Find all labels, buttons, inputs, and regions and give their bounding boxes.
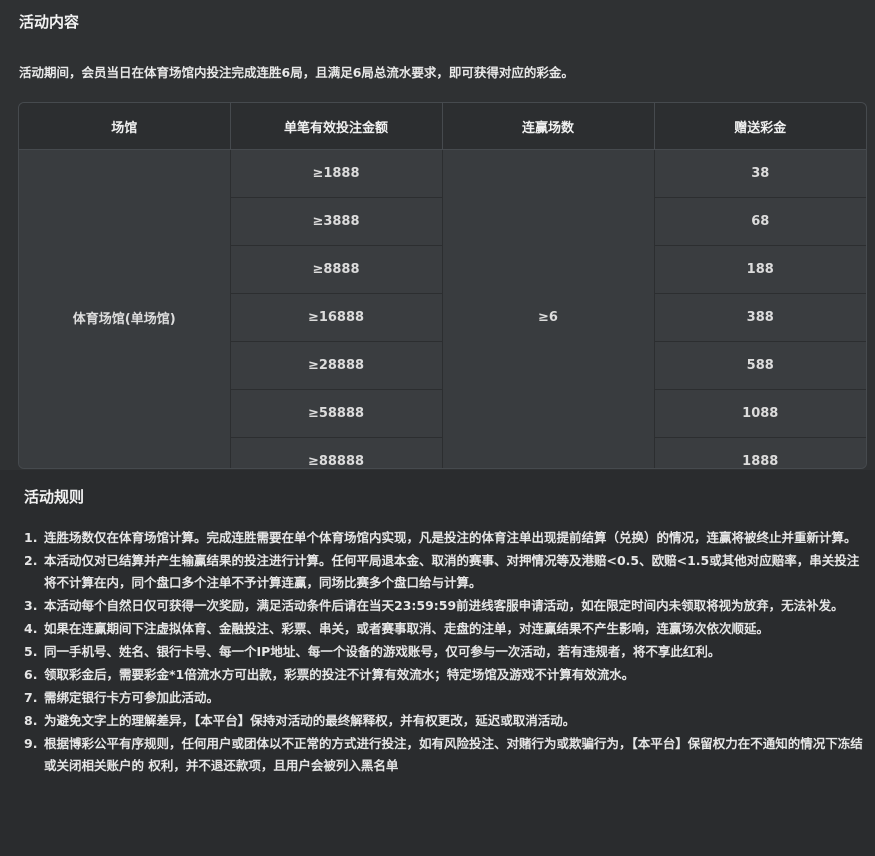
rule-text: 为避免文字上的理解差异，【本平台】保持对活动的最终解释权，并有权更改，延迟或取消… xyxy=(44,713,576,728)
bet-cell: ≥58888 xyxy=(230,389,443,438)
rule-text: 领取彩金后，需要彩金*1倍流水方可出款，彩票的投注不计算有效流水；特定场馆及游戏… xyxy=(44,667,635,682)
rule-item: 9. 根据博彩公平有序规则，任何用户或团体以不正常的方式进行投注，如有风险投注、对… xyxy=(24,733,870,777)
rule-item: 6. 领取彩金后，需要彩金*1倍流水方可出款，彩票的投注不计算有效流水；特定场馆及… xyxy=(24,664,870,686)
rule-item: 5. 同一手机号、姓名、银行卡号、每一个IP地址、每一个设备的游戏账号，仅可参与一… xyxy=(24,641,870,663)
rule-text: 连胜场数仅在体育场馆计算。完成连胜需要在单个体育场馆内实现，凡是投注的体育注单出… xyxy=(44,530,857,545)
rule-number: 2. xyxy=(24,553,38,568)
bonus-cell: 1888 xyxy=(654,437,866,468)
rule-number: 5. xyxy=(24,644,38,659)
rule-number: 9. xyxy=(24,736,38,751)
rule-item: 8. 为避免文字上的理解差异，【本平台】保持对活动的最终解释权，并有权更改，延迟或… xyxy=(24,710,870,732)
rule-text: 本活动仅对已结算并产生输赢结果的投注进行计算。任何平局退本金、取消的赛事、对押情… xyxy=(44,553,860,590)
streak-cell: ≥6 xyxy=(442,149,655,468)
rule-number: 7. xyxy=(24,690,38,705)
bet-cell: ≥1888 xyxy=(230,149,443,198)
bonus-cell: 588 xyxy=(654,341,866,390)
activity-intro-text: 活动期间，会员当日在体育场馆内投注完成连胜6局，且满足6局总流水要求，即可获得对… xyxy=(19,65,574,80)
rule-text: 本活动每个自然日仅可获得一次奖励，满足活动条件后请在当天23:59:59前进线客… xyxy=(44,598,844,613)
bonus-cell: 1088 xyxy=(654,389,866,438)
header-bonus: 赠送彩金 xyxy=(654,103,866,150)
header-bet-amount: 单笔有效投注金额 xyxy=(230,103,443,150)
bonus-cell: 68 xyxy=(654,197,866,246)
rule-text: 根据博彩公平有序规则，任何用户或团体以不正常的方式进行投注，如有风险投注、对赌行… xyxy=(44,736,863,773)
rule-item: 2. 本活动仅对已结算并产生输赢结果的投注进行计算。任何平局退本金、取消的赛事、对… xyxy=(24,550,870,594)
bet-cell: ≥3888 xyxy=(230,197,443,246)
rule-text: 如果在连赢期间下注虚拟体育、金融投注、彩票、串关，或者赛事取消、走盘的注单，对连… xyxy=(44,621,770,636)
rule-number: 1. xyxy=(24,530,38,545)
rule-item: 7. 需绑定银行卡方可参加此活动。 xyxy=(24,687,870,709)
rule-number: 8. xyxy=(24,713,38,728)
header-streak: 连赢场数 xyxy=(442,103,655,150)
rule-number: 3. xyxy=(24,598,38,613)
table-row: 体育场馆(单场馆) ≥1888 ≥6 38 xyxy=(19,149,866,468)
bonus-cell: 38 xyxy=(654,149,866,198)
rule-text: 需绑定银行卡方可参加此活动。 xyxy=(44,690,220,705)
header-venue: 场馆 xyxy=(19,103,231,150)
bonus-cell: 188 xyxy=(654,245,866,294)
bonus-table: 场馆 单笔有效投注金额 连赢场数 赠送彩金 体育场馆(单场馆) ≥1888 ≥6… xyxy=(18,102,867,469)
rules-list: 1. 连胜场数仅在体育场馆计算。完成连胜需要在单个体育场馆内实现，凡是投注的体育注… xyxy=(24,527,870,778)
bet-cell: ≥88888 xyxy=(230,437,443,468)
table-header-row: 场馆 单笔有效投注金额 连赢场数 赠送彩金 xyxy=(19,103,866,150)
bet-cell: ≥8888 xyxy=(230,245,443,294)
rule-text: 同一手机号、姓名、银行卡号、每一个IP地址、每一个设备的游戏账号，仅可参与一次活… xyxy=(44,644,721,659)
bet-cell: ≥28888 xyxy=(230,341,443,390)
bonus-cell: 388 xyxy=(654,293,866,342)
rule-item: 4. 如果在连赢期间下注虚拟体育、金融投注、彩票、串关，或者赛事取消、走盘的注单，… xyxy=(24,618,870,640)
section-title-activity-content: 活动内容 xyxy=(19,13,80,31)
rule-number: 4. xyxy=(24,621,38,636)
rule-number: 6. xyxy=(24,667,38,682)
section-title-activity-rules: 活动规则 xyxy=(24,488,85,506)
bet-cell: ≥16888 xyxy=(230,293,443,342)
venue-cell: 体育场馆(单场馆) xyxy=(19,149,231,468)
rule-item: 1. 连胜场数仅在体育场馆计算。完成连胜需要在单个体育场馆内实现，凡是投注的体育注… xyxy=(24,527,870,549)
rule-item: 3. 本活动每个自然日仅可获得一次奖励，满足活动条件后请在当天23:59:59前进… xyxy=(24,595,870,617)
